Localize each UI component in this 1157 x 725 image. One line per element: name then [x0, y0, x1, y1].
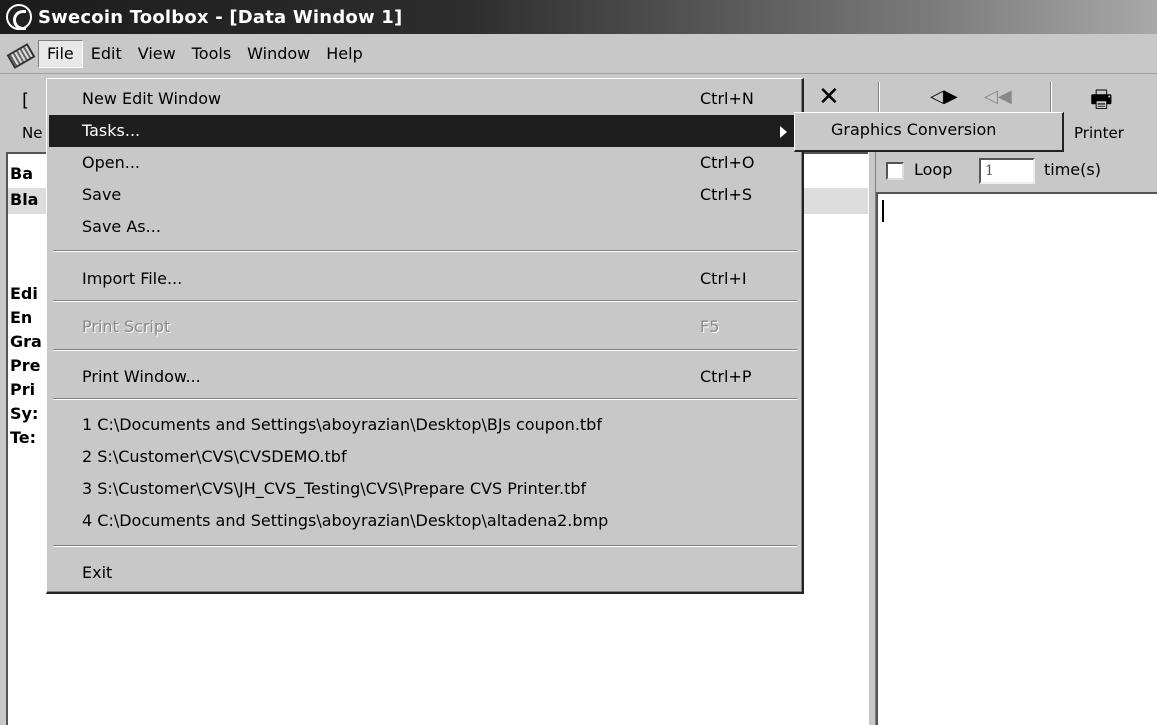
list-item[interactable]: En: [10, 308, 32, 327]
submenu-arrow-icon: [780, 126, 787, 138]
document-window-icon[interactable]: [6, 40, 34, 68]
menu-item-shortcut: Ctrl+N: [700, 89, 754, 108]
menu-file[interactable]: File: [38, 39, 83, 68]
stop-sound-icon[interactable]: ◁◀: [984, 86, 1012, 107]
delete-icon[interactable]: ✕: [818, 84, 840, 110]
toolbar-separator: [878, 82, 880, 112]
menu-item-label: Tasks...: [82, 121, 141, 140]
menu-item-shortcut: Ctrl+P: [700, 367, 752, 386]
menu-item-save[interactable]: Save Ctrl+S: [49, 179, 799, 211]
toolbar-separator: [1050, 82, 1052, 112]
loop-count-input[interactable]: 1: [979, 158, 1035, 184]
menu-bar: File Edit View Tools Window Help: [0, 34, 1157, 74]
window-title: Swecoin Toolbox - [Data Window 1]: [38, 6, 403, 28]
menu-item-graphics-conversion[interactable]: Graphics Conversion: [831, 120, 996, 139]
list-item[interactable]: Pri: [10, 380, 35, 399]
menu-separator: [53, 300, 797, 302]
loop-controls: Loop 1 time(s): [876, 152, 1157, 192]
menu-separator: [53, 250, 797, 252]
menu-item-shortcut: F5: [700, 317, 720, 336]
menu-item-label: Exit: [82, 563, 113, 582]
menu-item-save-as[interactable]: Save As...: [49, 211, 799, 243]
script-editor-pane[interactable]: [876, 192, 1157, 725]
list-item[interactable]: Pre: [10, 356, 40, 375]
list-item[interactable]: Sy:: [10, 404, 38, 423]
list-item[interactable]: Te:: [10, 428, 36, 447]
text-caret: [882, 200, 884, 222]
menu-item-recent-file[interactable]: 3 S:\Customer\CVS\JH_CVS_Testing\CVS\Pre…: [49, 473, 799, 505]
menu-item-recent-file[interactable]: 4 C:\Documents and Settings\aboyrazian\D…: [49, 505, 799, 537]
loop-checkbox[interactable]: [886, 162, 904, 180]
menu-item-shortcut: Ctrl+I: [700, 269, 747, 288]
menu-item-shortcut: Ctrl+S: [700, 185, 753, 204]
tasks-submenu: Graphics Conversion: [794, 112, 1064, 152]
menu-help[interactable]: Help: [318, 41, 370, 67]
printer-icon[interactable]: 🖶: [1090, 82, 1113, 123]
menu-item-print-window[interactable]: Print Window... Ctrl+P: [49, 361, 799, 393]
list-item[interactable]: Ba: [10, 164, 33, 183]
menu-separator: [53, 349, 797, 351]
menu-separator: [53, 545, 797, 547]
menu-item-label: Save As...: [82, 217, 161, 236]
list-item[interactable]: Edi: [10, 284, 38, 303]
pane-splitter[interactable]: [868, 152, 876, 725]
list-item[interactable]: Bla: [10, 190, 38, 209]
menu-tools[interactable]: Tools: [184, 41, 239, 67]
menu-item-new-edit-window[interactable]: New Edit Window Ctrl+N: [49, 83, 799, 115]
toolbar-new-icon-fragment[interactable]: [: [22, 90, 29, 111]
menu-edit[interactable]: Edit: [83, 41, 130, 67]
toolbar-new-label-fragment[interactable]: Ne: [22, 124, 42, 142]
menu-item-label: New Edit Window: [82, 89, 222, 108]
printer-button-label[interactable]: Printer: [1074, 124, 1124, 142]
app-logo-icon[interactable]: [6, 4, 32, 30]
menu-item-label: 4 C:\Documents and Settings\aboyrazian\D…: [82, 511, 609, 530]
menu-item-label: Open...: [82, 153, 140, 172]
menu-item-shortcut: Ctrl+O: [700, 153, 755, 172]
loop-label: Loop: [914, 160, 953, 179]
menu-view[interactable]: View: [130, 41, 184, 67]
menu-item-open[interactable]: Open... Ctrl+O: [49, 147, 799, 179]
menu-item-label: Save: [82, 185, 122, 204]
menu-item-label: 1 C:\Documents and Settings\aboyrazian\D…: [82, 415, 602, 434]
menu-item-label: 2 S:\Customer\CVS\CVSDEMO.tbf: [82, 447, 347, 466]
menu-item-recent-file[interactable]: 1 C:\Documents and Settings\aboyrazian\D…: [49, 409, 799, 441]
menu-item-label: 3 S:\Customer\CVS\JH_CVS_Testing\CVS\Pre…: [82, 479, 587, 498]
title-bar: Swecoin Toolbox - [Data Window 1]: [0, 0, 1157, 34]
menu-item-recent-file[interactable]: 2 S:\Customer\CVS\CVSDEMO.tbf: [49, 441, 799, 473]
menu-item-exit[interactable]: Exit: [49, 557, 799, 589]
file-menu-dropdown: New Edit Window Ctrl+N Tasks... Open... …: [46, 78, 804, 594]
menu-item-tasks[interactable]: Tasks...: [49, 115, 799, 147]
menu-item-import-file[interactable]: Import File... Ctrl+I: [49, 263, 799, 295]
menu-separator: [53, 398, 797, 400]
times-label: time(s): [1044, 160, 1101, 179]
menu-window[interactable]: Window: [239, 41, 318, 67]
play-sound-icon[interactable]: ◁▶: [930, 86, 958, 107]
menu-item-label: Print Window...: [82, 367, 201, 386]
menu-item-label: Print Script: [82, 317, 171, 336]
menu-item-print-script: Print Script F5: [49, 311, 799, 343]
list-item[interactable]: Gra: [10, 332, 42, 351]
menu-item-label: Import File...: [82, 269, 183, 288]
